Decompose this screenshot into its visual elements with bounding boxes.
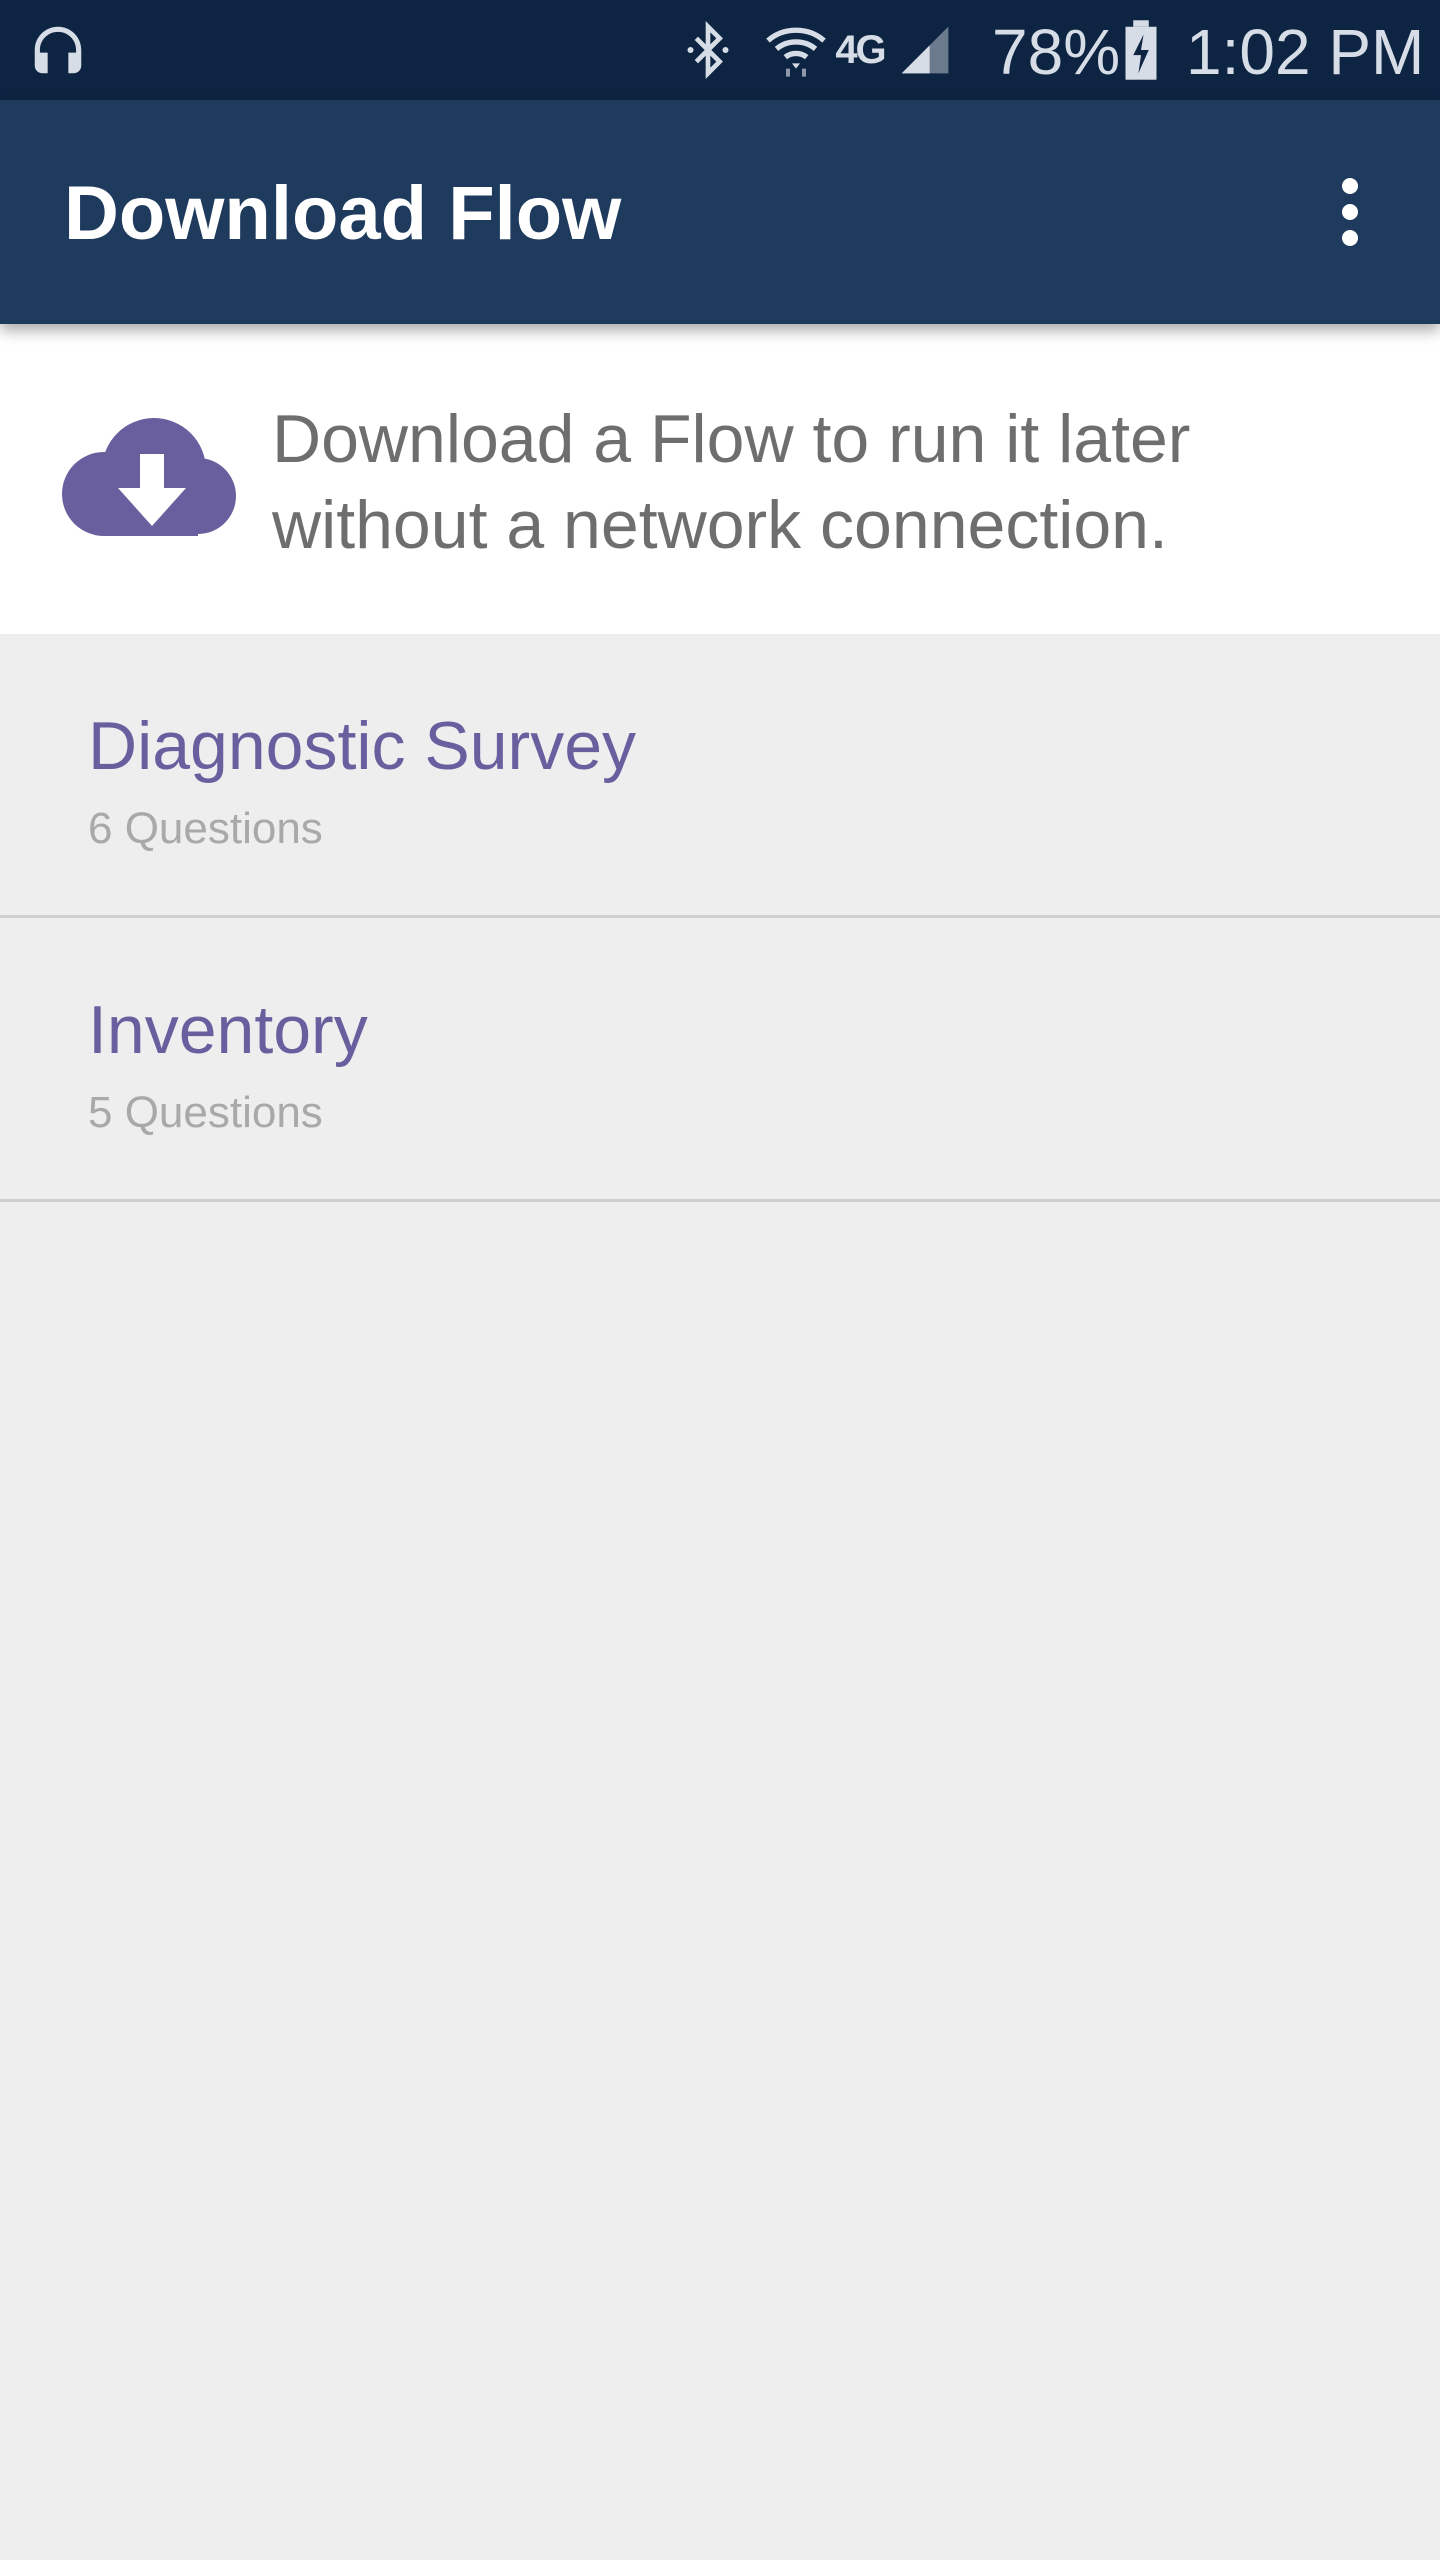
network-label: 4G [835,27,886,72]
question-count: 6 Questions [88,804,323,853]
bluetooth-icon [676,0,740,100]
wifi-icon [762,0,830,100]
status-bar: 4G 78% 1:02 PM [0,0,1440,100]
signal-icon [894,0,956,100]
battery-percent: 78% [992,16,1121,88]
battery-charging-icon [1118,0,1164,100]
list-item-inventory[interactable]: Inventory 5 Questions [0,918,1440,1202]
question-count: 5 Questions [88,1088,323,1137]
app-bar: Download Flow [0,100,1440,324]
banner-message: Download a Flow to run it later without … [272,401,1191,563]
list-item-diagnostic-survey[interactable]: Diagnostic Survey 6 Questions [0,634,1440,918]
more-vert-icon [1342,178,1358,246]
screen: 4G 78% 1:02 PM Download Flow Download a … [0,0,1440,2560]
headphones-icon [22,0,94,100]
info-banner: Download a Flow to run it later without … [0,324,1440,634]
flow-name: Inventory [88,992,368,1068]
flow-name: Diagnostic Survey [88,708,637,784]
flow-list: Diagnostic Survey 6 Questions Inventory … [0,634,1440,1202]
overflow-menu-button[interactable] [1300,162,1400,262]
cloud-download-icon [62,418,236,536]
4g-lte-icon: 4G [828,0,892,100]
page-title: Download Flow [64,171,622,256]
clock: 1:02 PM [1186,16,1425,88]
